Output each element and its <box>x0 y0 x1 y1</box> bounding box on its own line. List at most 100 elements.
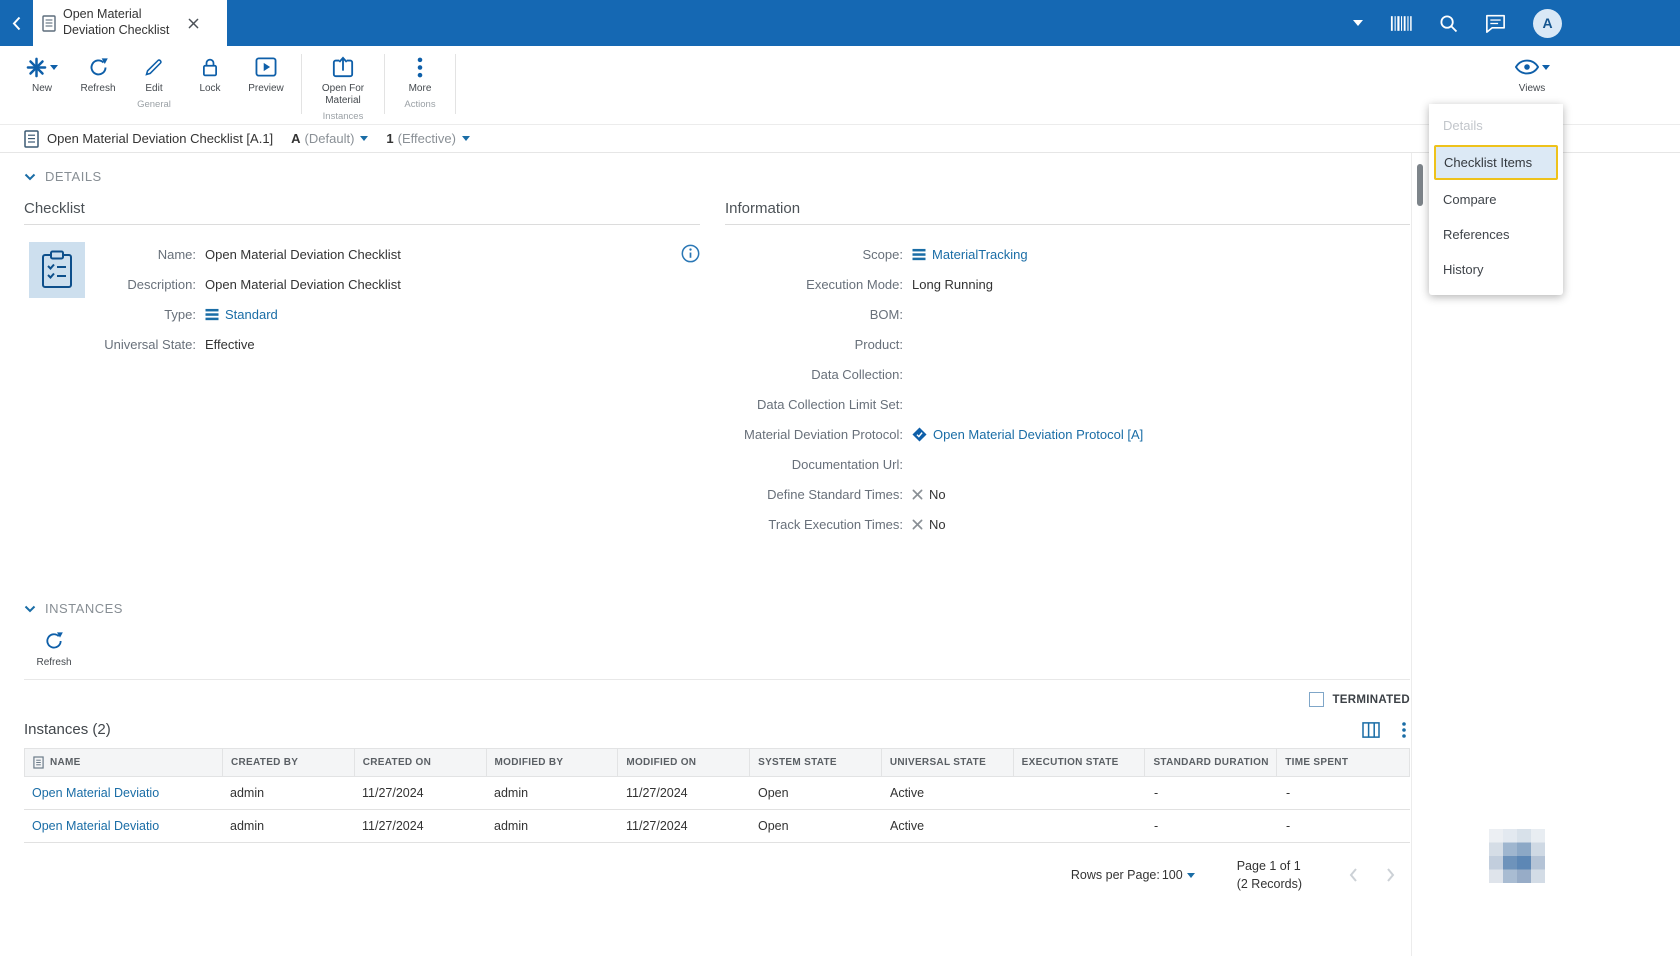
document-icon <box>42 14 56 32</box>
breadcrumb-title: Open Material Deviation Checklist [A.1] <box>47 131 274 146</box>
column-header-time-spent[interactable]: TIME SPENT <box>1277 749 1409 776</box>
column-header-modified-on[interactable]: MODIFIED ON <box>618 749 751 776</box>
field-type: Type: Standard <box>164 306 278 322</box>
refresh-button[interactable]: Refresh <box>70 54 126 95</box>
field-data-collection-limit-set: Data Collection Limit Set: <box>757 396 903 412</box>
field-name: Name: Open Material Deviation Checklist <box>157 246 401 262</box>
column-header-name[interactable]: NAME <box>25 749 223 776</box>
column-header-modified-by[interactable]: MODIFIED BY <box>487 749 619 776</box>
page-info: Page 1 of 1 (2 Records) <box>1236 859 1302 892</box>
more-button[interactable]: More <box>392 54 448 95</box>
eye-icon <box>1514 59 1539 75</box>
list-icon <box>912 248 926 260</box>
field-define-standard-times: Define Standard Times: No <box>767 486 946 502</box>
preview-thumbnail[interactable] <box>1489 829 1545 883</box>
tabs-dropdown-icon[interactable] <box>1353 20 1363 26</box>
checklist-panel-title: Checklist <box>24 200 700 225</box>
avatar[interactable]: A <box>1533 8 1562 38</box>
table-row[interactable]: Open Material Deviatio admin 11/27/2024 … <box>24 777 1410 810</box>
edit-button[interactable]: Edit <box>126 54 182 95</box>
lock-button[interactable]: Lock <box>182 54 238 95</box>
views-menu-item-compare[interactable]: Compare <box>1429 182 1563 217</box>
revision-selector[interactable]: 1 (Effective) <box>386 131 470 146</box>
instances-section-toggle[interactable]: INSTANCES <box>24 601 1387 616</box>
x-mark-icon <box>912 489 923 499</box>
toolbar-group-label: General <box>137 99 171 110</box>
refresh-icon <box>46 632 63 649</box>
close-icon[interactable] <box>188 18 199 29</box>
checklist-image <box>29 242 85 298</box>
column-header-created-on[interactable]: CREATED ON <box>355 749 487 776</box>
info-icon[interactable] <box>681 244 700 268</box>
table-header-row: NAME CREATED BY CREATED ON MODIFIED BY M… <box>24 748 1410 777</box>
scrollbar-thumb[interactable] <box>1417 164 1423 206</box>
table-row[interactable]: Open Material Deviatio admin 11/27/2024 … <box>24 810 1410 843</box>
column-header-system-state[interactable]: SYSTEM STATE <box>750 749 882 776</box>
document-icon <box>33 756 44 769</box>
next-page-icon[interactable] <box>1386 867 1396 883</box>
list-icon <box>205 308 219 320</box>
back-button[interactable] <box>0 0 33 46</box>
chevron-down-icon <box>50 64 58 70</box>
chevron-down-icon <box>24 173 36 180</box>
column-header-universal-state[interactable]: UNIVERSAL STATE <box>882 749 1014 776</box>
column-header-execution-state[interactable]: EXECUTION STATE <box>1014 749 1146 776</box>
terminated-checkbox[interactable] <box>1309 692 1325 707</box>
toolbar-group-instances: Open For Material Instances <box>309 54 377 122</box>
open-for-material-icon <box>332 56 354 78</box>
toolbar-group-general: New Refresh Edit Lock Preview General <box>14 54 294 110</box>
kebab-icon <box>417 57 423 77</box>
instances-refresh-button[interactable]: Refresh <box>26 628 82 669</box>
material-deviation-protocol-link[interactable]: Open Material Deviation Protocol [A] <box>933 427 1143 442</box>
preview-play-icon <box>255 57 277 77</box>
type-link[interactable]: Standard <box>225 307 278 322</box>
views-menu-item-history[interactable]: History <box>1429 252 1563 287</box>
topbar: Open Material Deviation Checklist A <box>0 0 1680 46</box>
main-content: DETAILS Checklist Name: Open Material De… <box>0 153 1412 956</box>
views-button[interactable]: Views <box>1504 54 1560 95</box>
details-section-toggle[interactable]: DETAILS <box>24 169 1387 184</box>
field-data-collection: Data Collection: <box>811 366 903 382</box>
views-menu-item-references[interactable]: References <box>1429 217 1563 252</box>
barcode-icon[interactable] <box>1390 15 1412 32</box>
preview-button[interactable]: Preview <box>238 54 294 95</box>
open-for-material-button[interactable]: Open For Material <box>309 54 377 107</box>
version-selector[interactable]: A (Default) <box>291 131 369 146</box>
information-panel: Information Scope: MaterialTracking Exec… <box>725 200 1410 539</box>
topbar-actions: A <box>1353 0 1680 46</box>
toolbar-group-label: Instances <box>322 111 364 122</box>
field-documentation-url: Documentation Url: <box>791 456 903 472</box>
column-chooser-icon[interactable] <box>1362 721 1380 738</box>
instance-link[interactable]: Open Material Deviatio <box>32 786 159 800</box>
views-menu-item-checklist-items[interactable]: Checklist Items <box>1434 145 1558 180</box>
toolbar-separator <box>384 54 385 114</box>
tab-open-material-deviation-checklist[interactable]: Open Material Deviation Checklist <box>33 0 227 46</box>
column-header-created-by[interactable]: CREATED BY <box>223 749 355 776</box>
field-material-deviation-protocol: Material Deviation Protocol: Open Materi… <box>744 426 1144 442</box>
views-menu-item-details: Details <box>1443 118 1483 133</box>
rows-per-page-selector[interactable]: Rows per Page: 100 <box>1071 868 1195 882</box>
chevron-down-icon <box>461 136 470 141</box>
document-icon <box>24 129 39 148</box>
search-icon[interactable] <box>1439 14 1458 33</box>
chevron-down-icon <box>360 136 369 141</box>
instances-table: NAME CREATED BY CREATED ON MODIFIED BY M… <box>24 748 1410 843</box>
views-menu: Details Checklist Items Compare Referenc… <box>1429 104 1563 295</box>
protocol-diamond-icon <box>912 426 927 442</box>
field-universal-state: Universal State: Effective <box>104 336 255 352</box>
instances-table-title: Instances (2) <box>24 721 111 738</box>
scope-link[interactable]: MaterialTracking <box>932 247 1028 262</box>
field-scope: Scope: MaterialTracking <box>862 246 1028 262</box>
terminated-label: TERMINATED <box>1332 693 1410 706</box>
column-header-standard-duration[interactable]: STANDARD DURATION <box>1145 749 1278 776</box>
chat-icon[interactable] <box>1485 14 1506 33</box>
new-button[interactable]: New <box>14 54 70 95</box>
field-bom: BOM: <box>869 306 903 322</box>
toolbar-separator <box>301 54 302 114</box>
chevron-down-icon <box>24 605 36 612</box>
chevron-down-icon <box>1186 872 1195 878</box>
tab-title: Open Material Deviation Checklist <box>63 7 170 37</box>
instance-link[interactable]: Open Material Deviatio <box>32 819 159 833</box>
previous-page-icon[interactable] <box>1348 867 1358 883</box>
table-menu-kebab-icon[interactable] <box>1402 721 1406 738</box>
